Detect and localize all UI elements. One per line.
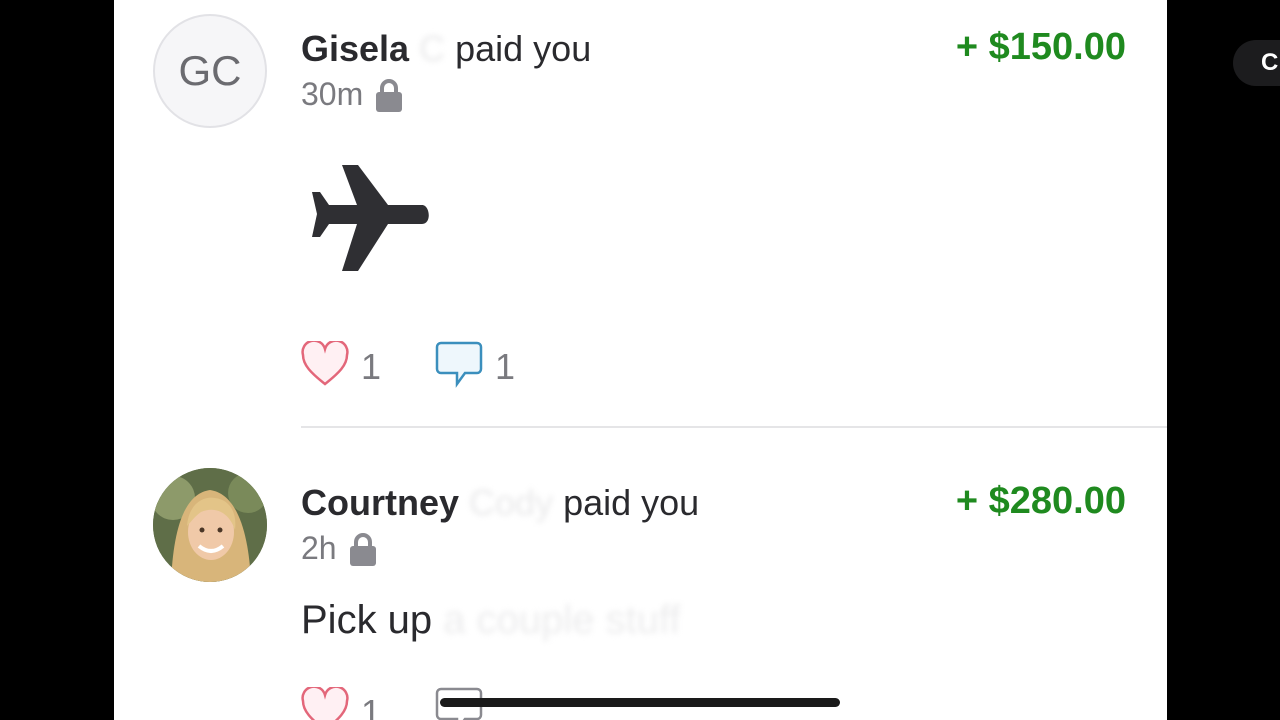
lock-icon xyxy=(375,78,403,112)
avatar[interactable] xyxy=(153,468,267,582)
lock-icon xyxy=(349,532,377,566)
note-text-hidden: a couple stuff xyxy=(443,598,681,642)
airplane-icon xyxy=(310,162,430,281)
payer-name-hidden: Cody xyxy=(469,482,554,523)
transaction-meta: 2h xyxy=(301,530,377,567)
divider xyxy=(301,426,1167,428)
overlay-pill-text: C xyxy=(1261,49,1279,76)
transaction-title: Courtney Cody paid you xyxy=(301,482,699,524)
transaction-title: Gisela C paid you xyxy=(301,28,591,70)
heart-icon[interactable] xyxy=(301,339,349,392)
heart-icon[interactable] xyxy=(301,685,349,720)
transaction-time: 2h xyxy=(301,530,337,566)
payer-name[interactable]: Gisela xyxy=(301,28,409,69)
app-screen: GC Gisela C paid you + $150.00 30m 1 1 C… xyxy=(114,0,1167,720)
avatar-initials: GC xyxy=(178,47,242,94)
home-indicator[interactable] xyxy=(440,698,840,707)
transaction-amount: + $280.00 xyxy=(955,480,1126,522)
comment-count: 1 xyxy=(495,345,516,387)
avatar[interactable]: GC xyxy=(153,14,267,128)
comment-icon[interactable] xyxy=(435,340,483,393)
transaction-meta: 30m xyxy=(301,76,403,113)
transaction-action: paid you xyxy=(455,28,592,69)
transaction-time: 30m xyxy=(301,76,364,112)
payer-name[interactable]: Courtney xyxy=(301,482,459,523)
overlay-pill[interactable]: C xyxy=(1233,40,1280,86)
like-count: 1 xyxy=(361,691,382,720)
transaction-action: paid you xyxy=(563,482,700,523)
note-text: Pick up xyxy=(301,598,433,642)
transaction-amount: + $150.00 xyxy=(955,26,1126,68)
social-actions: 1 1 xyxy=(301,339,569,393)
payer-name-hidden: C xyxy=(419,28,446,69)
transaction-note: Pick up a couple stuff xyxy=(301,598,681,643)
like-count: 1 xyxy=(361,345,382,387)
